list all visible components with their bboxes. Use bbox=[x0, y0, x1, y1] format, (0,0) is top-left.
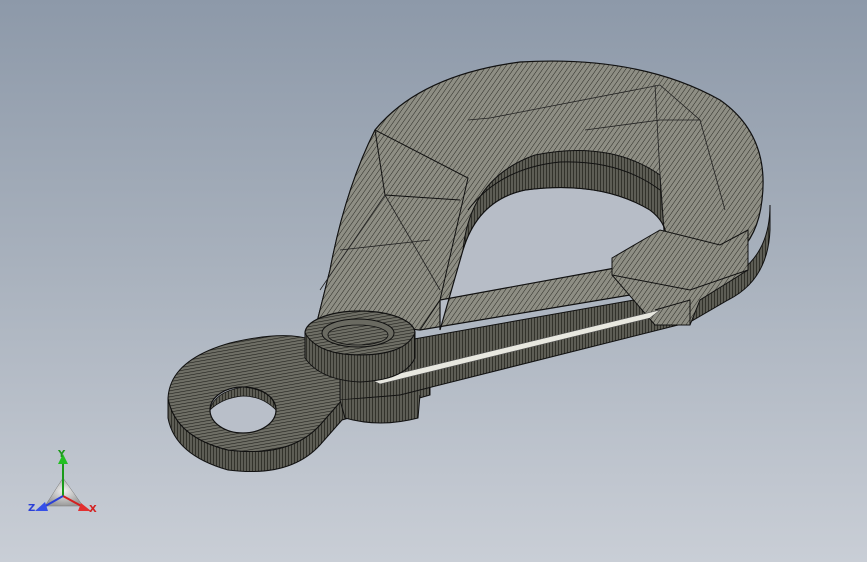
triad-y-label: Y bbox=[58, 449, 66, 460]
view-triad[interactable]: Y Z X bbox=[25, 448, 105, 523]
crane-hook-model[interactable] bbox=[0, 0, 867, 562]
graphics-viewport[interactable]: Y Z X bbox=[0, 0, 867, 562]
triad-x-label: X bbox=[89, 504, 97, 515]
triad-z-label: Z bbox=[28, 503, 36, 514]
